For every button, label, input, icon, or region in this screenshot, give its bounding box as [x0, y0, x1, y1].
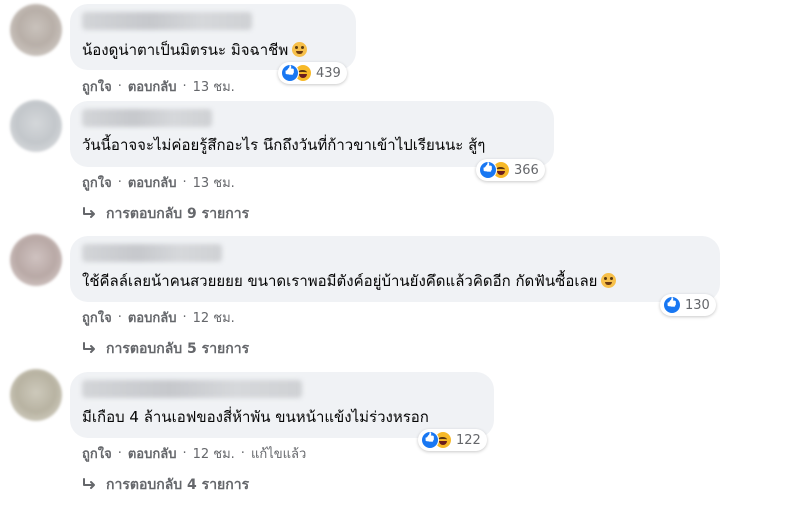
replies-count-label: การตอบกลับ 9 รายการ: [106, 206, 250, 222]
reply-button[interactable]: ตอบกลับ: [128, 172, 177, 193]
like-button[interactable]: ถูกใจ: [82, 172, 112, 193]
reply-button[interactable]: ตอบกลับ: [128, 76, 177, 97]
reaction-count: 122: [456, 432, 481, 448]
reaction-summary[interactable]: 439: [278, 62, 347, 84]
author-name-blurred[interactable]: [82, 12, 252, 30]
author-name-blurred[interactable]: [82, 109, 212, 127]
reaction-summary[interactable]: 122: [418, 429, 487, 451]
comment-actions: ถูกใจ · ตอบกลับ · 13 ชม.: [82, 76, 235, 97]
reaction-summary[interactable]: 130: [660, 294, 716, 316]
emoji-icon: [292, 42, 308, 57]
reaction-count: 366: [514, 162, 539, 178]
comment-text: วันนี้อาจจะไม่ค่อยรู้สึกอะไร นึกถึงวันที…: [82, 136, 486, 154]
reply-arrow-icon: [83, 478, 95, 489]
separator-dot: ·: [182, 310, 187, 325]
view-replies-link[interactable]: การตอบกลับ 5 รายการ: [82, 338, 249, 360]
timestamp-link[interactable]: 13 ชม.: [193, 172, 235, 193]
replies-count-label: การตอบกลับ 4 รายการ: [106, 477, 250, 493]
comment-actions: ถูกใจ · ตอบกลับ · 12 ชม.: [82, 307, 235, 328]
separator-dot: ·: [117, 79, 122, 94]
timestamp-link[interactable]: 12 ชม.: [193, 307, 235, 328]
edited-label[interactable]: แก้ไขแล้ว: [251, 443, 306, 464]
separator-dot: ·: [182, 175, 187, 190]
author-name-blurred[interactable]: [82, 380, 302, 398]
reaction-summary[interactable]: 366: [476, 159, 545, 181]
reply-button[interactable]: ตอบกลับ: [128, 307, 177, 328]
view-replies-link[interactable]: การตอบกลับ 9 รายการ: [82, 203, 249, 225]
reply-button[interactable]: ตอบกลับ: [128, 443, 177, 464]
separator-dot: ·: [117, 175, 122, 190]
reply-arrow-icon: [83, 207, 95, 218]
separator-dot: ·: [117, 310, 122, 325]
like-button[interactable]: ถูกใจ: [82, 307, 112, 328]
comment-text: น้องดูน่าตาเป็นมิตรนะ มิจฉาชีพ: [82, 41, 289, 59]
comment-bubble: วันนี้อาจจะไม่ค่อยรู้สึกอะไร นึกถึงวันที…: [70, 101, 554, 167]
separator-dot: ·: [182, 79, 187, 94]
separator-dot: ·: [182, 446, 187, 461]
separator-dot: ·: [117, 446, 122, 461]
comment-text: มีเกือบ 4 ล้านเอฟของสี่ห้าพัน ขนหน้าแข้ง…: [82, 408, 429, 426]
separator-dot: ·: [240, 446, 245, 461]
avatar[interactable]: [10, 4, 62, 56]
emoji-icon: [601, 273, 617, 288]
timestamp-link[interactable]: 12 ชม.: [193, 443, 235, 464]
comment-text: ใช้คีลล์เลยน้าคนสวยยยย ขนาดเราพอมีตังค์อ…: [82, 272, 598, 290]
timestamp-link[interactable]: 13 ชม.: [193, 76, 235, 97]
like-button[interactable]: ถูกใจ: [82, 443, 112, 464]
reaction-count: 130: [685, 297, 710, 313]
view-replies-link[interactable]: การตอบกลับ 4 รายการ: [82, 474, 249, 496]
comment-actions: ถูกใจ · ตอบกลับ · 13 ชม.: [82, 172, 235, 193]
avatar[interactable]: [10, 234, 62, 286]
avatar[interactable]: [10, 100, 62, 152]
comment-bubble: ใช้คีลล์เลยน้าคนสวยยยย ขนาดเราพอมีตังค์อ…: [70, 236, 720, 302]
replies-count-label: การตอบกลับ 5 รายการ: [106, 341, 250, 357]
avatar[interactable]: [10, 369, 62, 421]
like-reaction-icon: [663, 296, 681, 314]
like-reaction-icon: [281, 64, 299, 82]
like-button[interactable]: ถูกใจ: [82, 76, 112, 97]
reply-arrow-icon: [83, 342, 95, 353]
author-name-blurred[interactable]: [82, 244, 222, 262]
reaction-count: 439: [316, 65, 341, 81]
comment-actions: ถูกใจ · ตอบกลับ · 12 ชม. · แก้ไขแล้ว: [82, 443, 306, 464]
comment-bubble: น้องดูน่าตาเป็นมิตรนะ มิจฉาชีพ: [70, 4, 356, 70]
like-reaction-icon: [479, 161, 497, 179]
like-reaction-icon: [421, 431, 439, 449]
